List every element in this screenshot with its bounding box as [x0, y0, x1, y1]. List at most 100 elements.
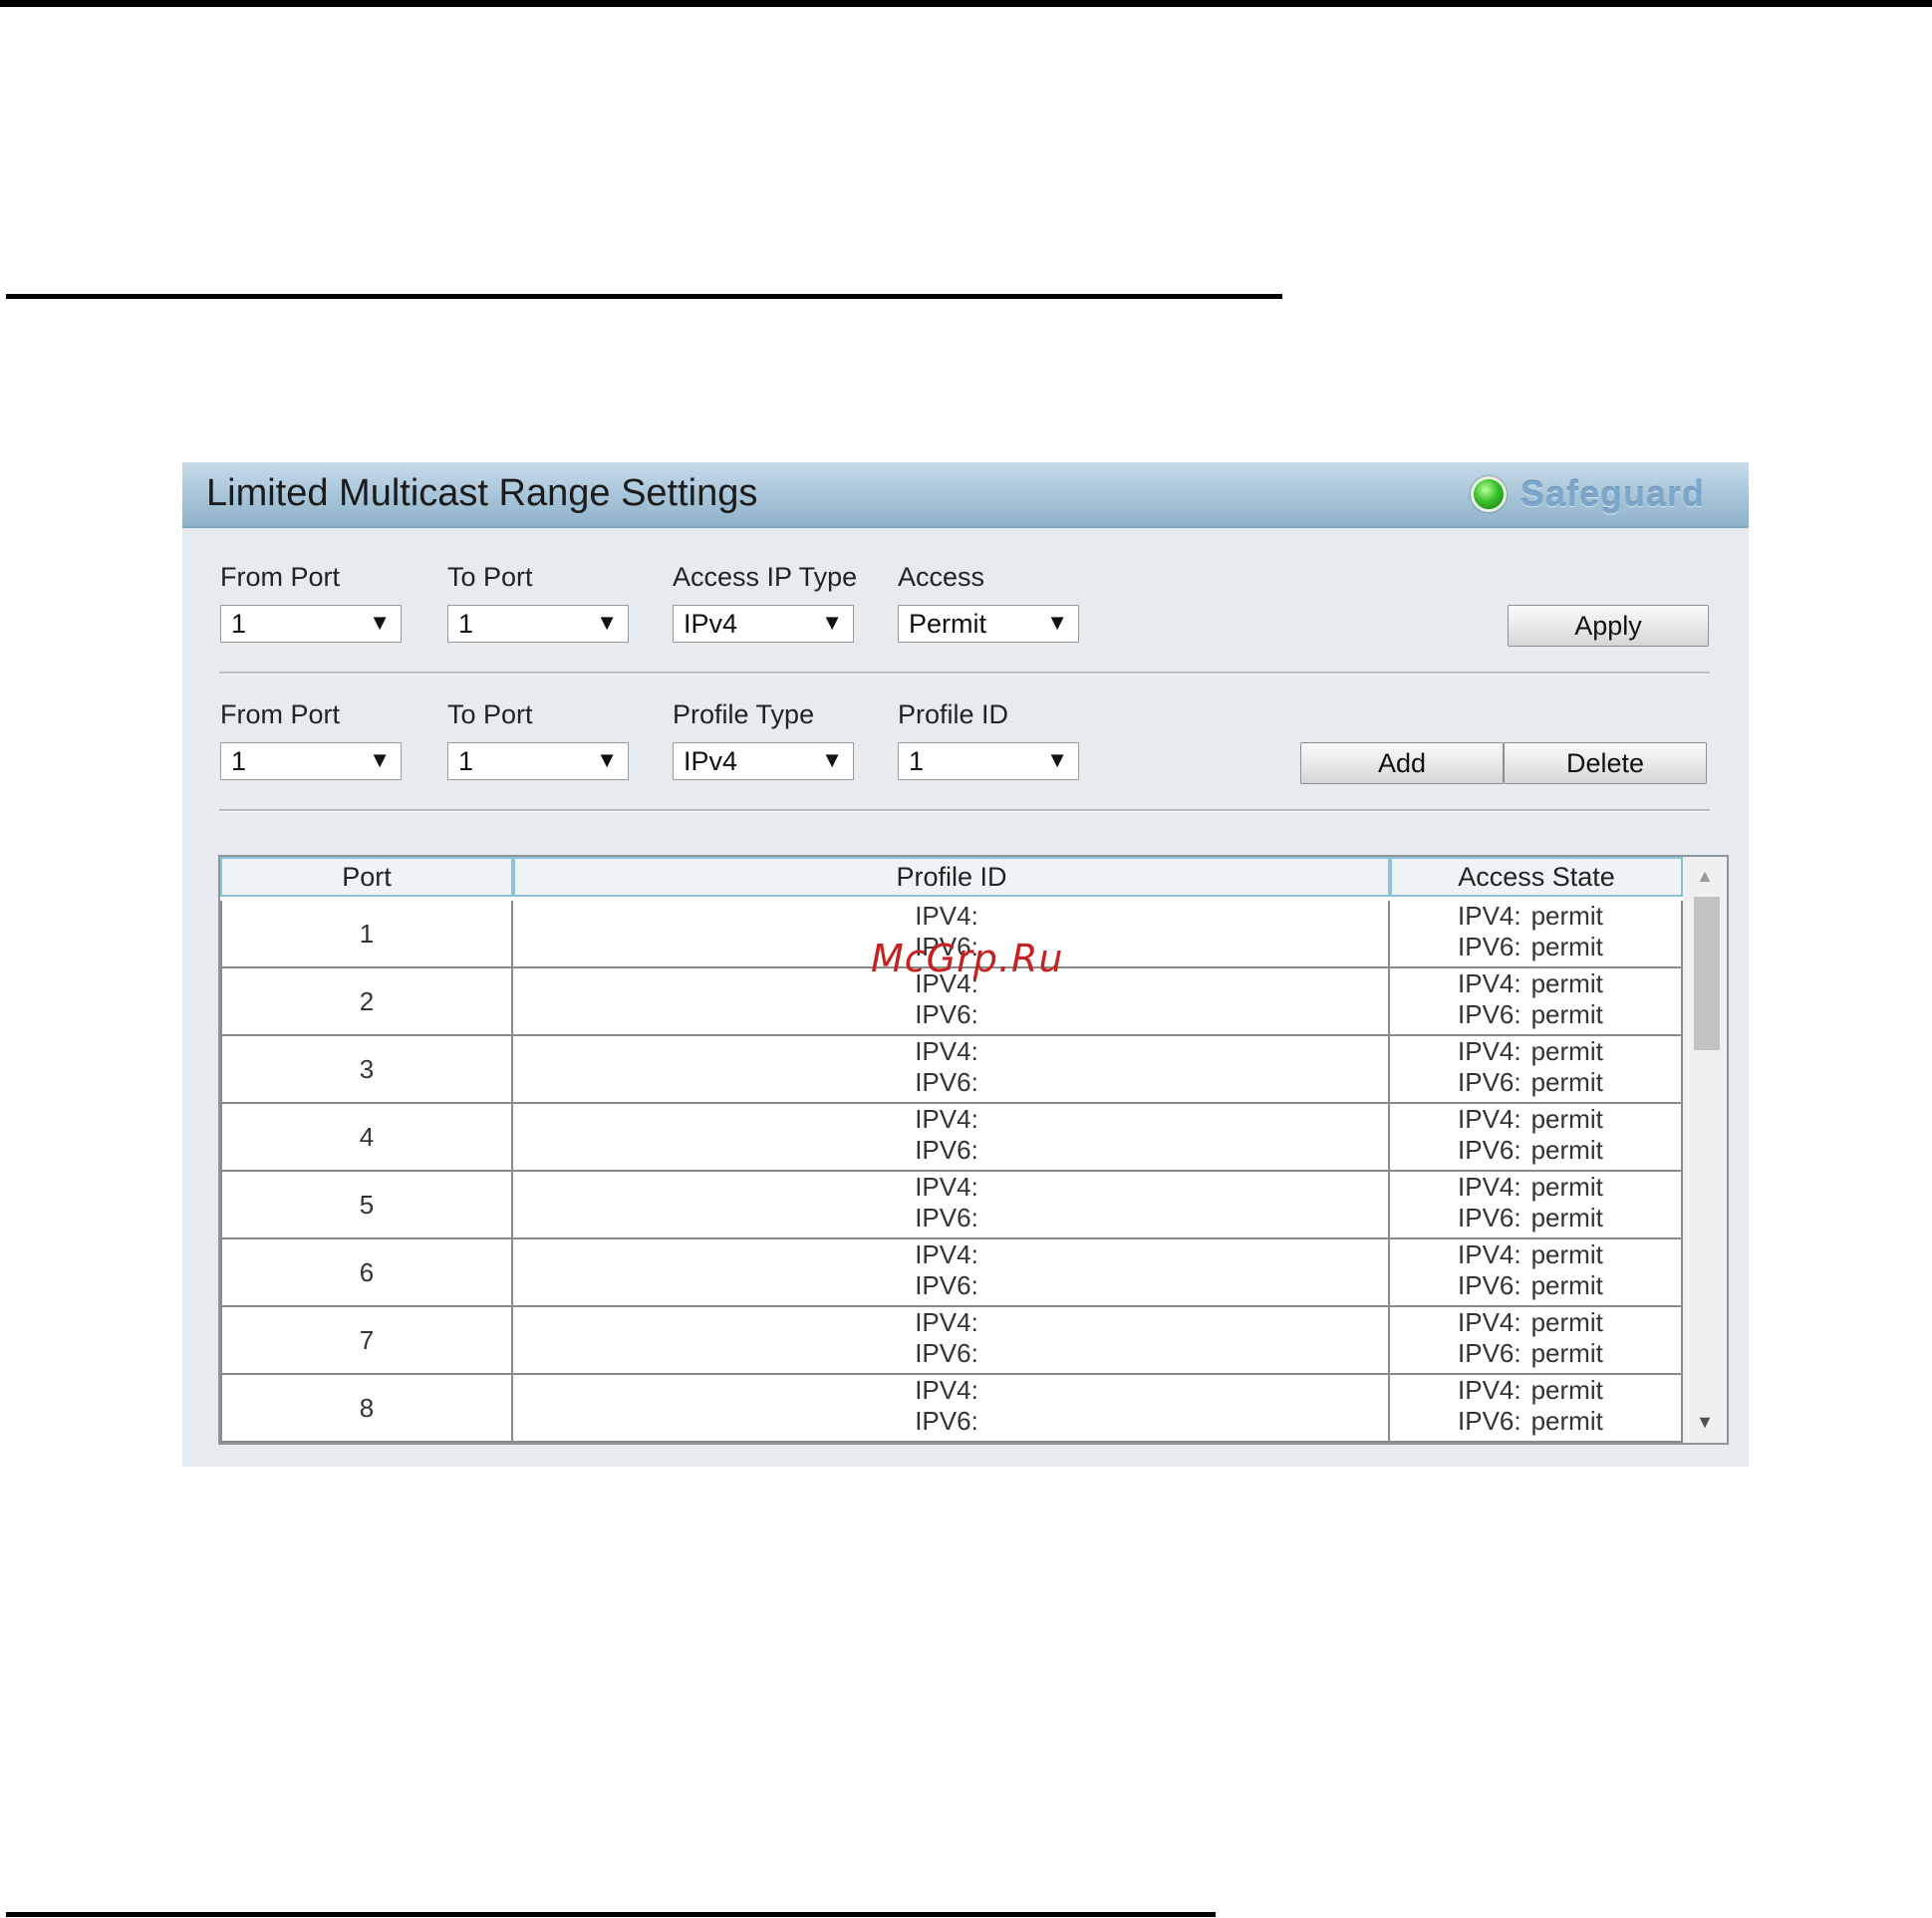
- ipv4-state-value: permit: [1530, 1239, 1603, 1269]
- access-state-cell: IPV4: permit IPV6: permit: [1390, 1104, 1683, 1170]
- panel-header: Limited Multicast Range Settings Safegua…: [182, 462, 1749, 528]
- ipv6-state-label: IPV6:: [1458, 1135, 1521, 1165]
- profile-type-value: IPv4: [684, 746, 738, 776]
- ipv6-access-state: IPV6: permit: [1390, 932, 1681, 962]
- chevron-down-icon: ▼: [596, 610, 618, 635]
- ipv4-state-value: permit: [1530, 901, 1603, 931]
- profile-id-value: 1: [909, 746, 925, 776]
- table-row: 4 IPV4: IPV6: IPV4: permit IPV6: permit: [220, 1104, 1683, 1172]
- ipv4-state-value: permit: [1530, 1307, 1603, 1337]
- ipv6-state-value: permit: [1530, 999, 1603, 1029]
- scroll-down-arrow-icon[interactable]: ▼: [1683, 1407, 1727, 1437]
- ipv4-access-state: IPV4: permit: [1390, 968, 1681, 999]
- chevron-down-icon: ▼: [821, 610, 843, 635]
- ipv6-state-label: IPV6:: [1458, 1067, 1521, 1097]
- ipv4-profile-label: IPV4:: [915, 1172, 978, 1202]
- ipv4-state-label: IPV4:: [1458, 1375, 1521, 1405]
- ipv6-state-value: permit: [1530, 1067, 1603, 1097]
- add-button[interactable]: Add: [1300, 742, 1504, 784]
- ipv6-access-state: IPV6: permit: [1390, 1135, 1681, 1166]
- profile-id-select[interactable]: 1 ▼: [898, 742, 1079, 780]
- apply-button[interactable]: Apply: [1508, 605, 1709, 647]
- ipv6-profile-label: IPV6:: [915, 999, 978, 1029]
- profile-id-label: Profile ID: [898, 699, 1009, 729]
- profile-id-cell: IPV4: IPV6:: [513, 1307, 1390, 1373]
- table-row: 3 IPV4: IPV6: IPV4: permit IPV6: permit: [220, 1036, 1683, 1104]
- ipv6-state-label: IPV6:: [1458, 1406, 1521, 1436]
- ipv4-state-value: permit: [1530, 1172, 1603, 1202]
- ipv6-state-label: IPV6:: [1458, 1203, 1521, 1233]
- ipv6-state-label: IPV6:: [1458, 1338, 1521, 1368]
- ipv4-state-label: IPV4:: [1458, 968, 1521, 998]
- access-ip-type-label: Access IP Type: [673, 562, 858, 592]
- ipv6-profile-label: IPV6:: [915, 1135, 978, 1165]
- table-scrollbar[interactable]: ▲ ▼: [1683, 857, 1727, 1443]
- access-label: Access: [898, 562, 985, 592]
- to-port-select[interactable]: 1 ▼: [447, 605, 629, 643]
- ipv6-state-value: permit: [1530, 1270, 1603, 1300]
- port-cell: 7: [220, 1307, 513, 1373]
- ipv6-access-state: IPV6: permit: [1390, 999, 1681, 1030]
- port-cell: 8: [220, 1375, 513, 1441]
- ipv4-state-value: permit: [1530, 968, 1603, 998]
- ipv4-state-label: IPV4:: [1458, 1172, 1521, 1202]
- ipv6-state-value: permit: [1530, 1203, 1603, 1233]
- watermark: McGrp.Ru: [871, 937, 1064, 980]
- access-state-cell: IPV4: permit IPV6: permit: [1390, 1172, 1683, 1237]
- table-row: 8 IPV4: IPV6: IPV4: permit IPV6: permit: [220, 1375, 1683, 1443]
- safeguard-label: Safeguard: [1519, 473, 1705, 514]
- safeguard-indicator: Safeguard: [1470, 473, 1705, 514]
- port-cell: 3: [220, 1036, 513, 1102]
- ipv6-state-label: IPV6:: [1458, 1270, 1521, 1300]
- ipv4-access-state: IPV4: permit: [1390, 1172, 1681, 1203]
- scroll-thumb[interactable]: [1694, 897, 1720, 1050]
- to-port-value: 1: [458, 609, 474, 639]
- access-state-cell: IPV4: permit IPV6: permit: [1390, 901, 1683, 966]
- chevron-down-icon: ▼: [369, 610, 391, 635]
- port-cell: 1: [220, 901, 513, 966]
- from-port-label: From Port: [220, 562, 341, 592]
- profile-to-port-value: 1: [458, 746, 474, 776]
- ipv6-access-state: IPV6: permit: [1390, 1067, 1681, 1098]
- ipv6-state-label: IPV6:: [1458, 999, 1521, 1029]
- chevron-down-icon: ▼: [821, 747, 843, 772]
- ipv4-state-label: IPV4:: [1458, 1307, 1521, 1337]
- profile-to-port-select[interactable]: 1 ▼: [447, 742, 629, 780]
- divider: [219, 672, 1710, 675]
- chevron-down-icon: ▼: [1046, 610, 1068, 635]
- port-cell: 6: [220, 1239, 513, 1305]
- ipv6-state-value: permit: [1530, 932, 1603, 961]
- ipv6-state-value: permit: [1530, 1338, 1603, 1368]
- ipv6-profile-label: IPV6:: [915, 1067, 978, 1097]
- table-row: 5 IPV4: IPV6: IPV4: permit IPV6: permit: [220, 1172, 1683, 1239]
- profile-type-select[interactable]: IPv4 ▼: [673, 742, 854, 780]
- from-port-select[interactable]: 1 ▼: [220, 605, 402, 643]
- access-select[interactable]: Permit ▼: [898, 605, 1079, 643]
- ipv4-access-state: IPV4: permit: [1390, 901, 1681, 932]
- table-header: Port Profile ID Access State: [220, 857, 1683, 901]
- column-header-access-state: Access State: [1390, 857, 1683, 897]
- access-ip-type-select[interactable]: IPv4 ▼: [673, 605, 854, 643]
- scroll-up-arrow-icon[interactable]: ▲: [1683, 861, 1727, 891]
- column-header-profile-id: Profile ID: [513, 857, 1390, 897]
- ipv6-access-state: IPV6: permit: [1390, 1338, 1681, 1369]
- ipv6-profile-label: IPV6:: [915, 1203, 978, 1233]
- ipv4-profile-label: IPV4:: [915, 1307, 978, 1337]
- ipv4-profile-label: IPV4:: [915, 1375, 978, 1405]
- profile-from-port-value: 1: [231, 746, 247, 776]
- ipv6-access-state: IPV6: permit: [1390, 1406, 1681, 1437]
- ipv4-profile-label: IPV4:: [915, 1036, 978, 1066]
- from-port-value: 1: [231, 609, 247, 639]
- access-state-cell: IPV4: permit IPV6: permit: [1390, 1307, 1683, 1373]
- ipv4-state-label: IPV4:: [1458, 1104, 1521, 1134]
- profile-id-cell: IPV4: IPV6:: [513, 1172, 1390, 1237]
- port-cell: 4: [220, 1104, 513, 1170]
- profile-id-cell: IPV4: IPV6:: [513, 1239, 1390, 1305]
- divider: [219, 809, 1710, 812]
- ipv6-profile-label: IPV6:: [915, 1270, 978, 1300]
- access-state-cell: IPV4: permit IPV6: permit: [1390, 1239, 1683, 1305]
- profile-from-port-select[interactable]: 1 ▼: [220, 742, 402, 780]
- port-cell: 5: [220, 1172, 513, 1237]
- delete-button[interactable]: Delete: [1504, 742, 1707, 784]
- ipv4-state-label: IPV4:: [1458, 1036, 1521, 1066]
